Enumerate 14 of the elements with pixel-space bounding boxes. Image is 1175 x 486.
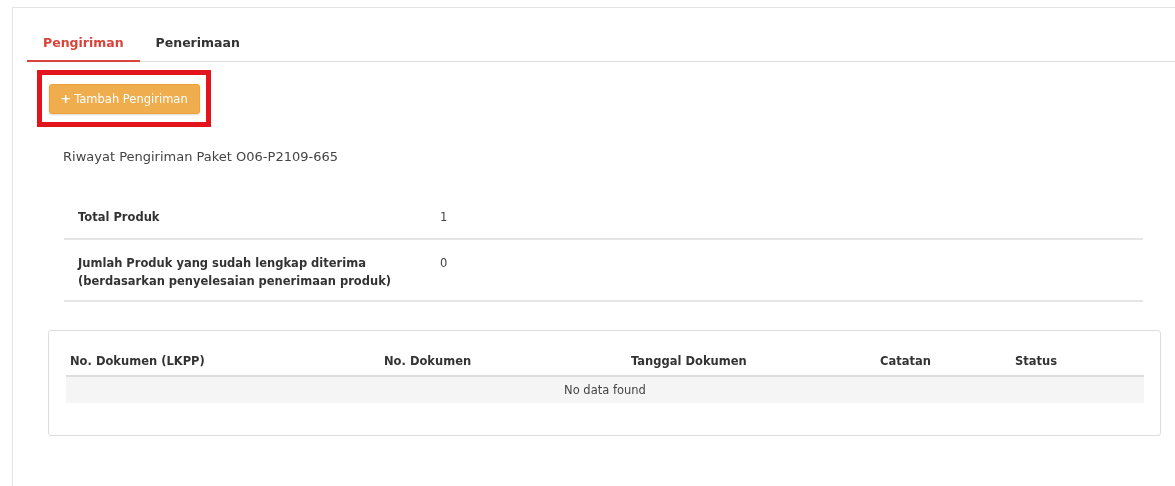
column-header: No. Dokumen (LKPP) — [70, 354, 205, 368]
tab[interactable]: Pengiriman — [27, 30, 140, 62]
column-header: Status — [1015, 354, 1058, 368]
empty-message: No data found — [564, 383, 646, 397]
field-label: Total Produk — [78, 210, 160, 224]
section-title: Riwayat Pengiriman Paket O06-P2109-665 — [63, 149, 338, 164]
column-header: Tanggal Dokumen — [631, 354, 747, 368]
tab[interactable]: Penerimaan — [139, 30, 256, 62]
field-value: 0 — [440, 256, 448, 270]
field-label: Jumlah Produk yang sudah lengkap diterima (berdasarkan penyelesaian penerimaan produk) — [78, 256, 392, 288]
field-value: 1 — [440, 210, 448, 224]
column-header: No. Dokumen — [384, 354, 472, 368]
plus-icon: + — [60, 91, 72, 106]
column-header: Catatan — [880, 354, 931, 368]
